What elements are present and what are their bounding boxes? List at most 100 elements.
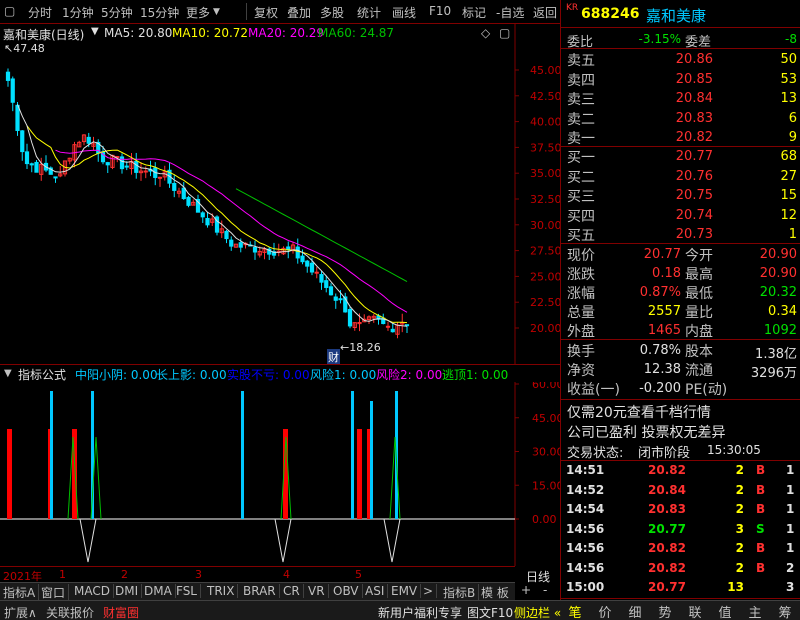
bid-label: 买二 [567,169,595,186]
panel-divider-1 [561,27,800,28]
tabs-scroll-right[interactable]: > [420,584,438,598]
toggle-icon[interactable]: ▢ [499,26,510,40]
indicator-axis-label: 45.00 [532,412,560,425]
indicator-dropdown-icon[interactable]: ▼ [4,368,12,379]
draw-line-button[interactable]: 画线 [392,4,416,21]
ma-dropdown-icon[interactable]: ▼ [91,26,99,37]
tab-minute[interactable]: 分时 [28,4,52,21]
candlestick-chart[interactable]: 45.00 42.50 40.00 37.50 35.00 32.50 30.00 27.50… [0,24,560,364]
tab-trend[interactable]: 势 [650,602,680,620]
price-axis-label: 22.50 [530,296,560,309]
candle-body [385,325,391,328]
f10-doc-button[interactable]: 图文F10 [467,604,513,620]
tab-chips[interactable]: 筹 [770,602,800,620]
tick-time: 14:56 [566,541,605,555]
tab-5min[interactable]: 5分钟 [101,4,133,21]
tab-vr[interactable]: VR [305,584,329,598]
tab-more[interactable]: 更多 [186,4,210,21]
stat-value: 1.38亿 [755,347,797,362]
candle-body [134,160,139,173]
bid-label: 买三 [567,189,595,205]
candle-body [53,176,58,179]
restore-rights-button[interactable]: 复权 [254,4,278,21]
quote-value: 0.34 [768,304,797,319]
tab-price[interactable]: 价 [590,602,620,620]
stats-button[interactable]: 统计 [357,4,381,21]
tab-brar[interactable]: BRAR [240,584,280,598]
back-button[interactable]: 返回 [533,4,557,21]
tab-obv[interactable]: OBV [330,584,363,598]
collapse-icon[interactable]: ▢ [4,4,15,18]
notice-profit: 公司已盈利 投票权无差异 [567,425,726,441]
mark-button[interactable]: 标记 [462,4,486,21]
stat-label: 换手 [567,344,595,360]
price-axis-label: 20.00 [530,322,560,335]
tab-template[interactable]: 模 板 [478,584,512,601]
expand-button[interactable]: 扩展∧ [4,604,37,620]
tab-15min[interactable]: 15分钟 [140,4,179,21]
quote-value: 20.90 [759,266,797,281]
multi-stock-button[interactable]: 多股 [320,4,344,21]
indicator-header: ▼ 指标公式 中阳小阴: 0.00 长上影: 0.00 实股不亏: 0.00 风… [0,365,515,382]
candle-body [305,260,310,267]
indicator-tabs: 指标A 窗口 MACD DMI DMA FSL TRIX BRAR CR VR … [0,582,531,601]
indicator-name[interactable]: 指标公式 [18,366,66,383]
stock-code: 688246 [581,6,640,22]
chart-toolbar: ▢ 分时 1分钟 5分钟 15分钟 更多 ▼ 复权 叠加 多股 统计 画线 F1… [0,0,560,24]
tab-linked[interactable]: 联 [680,602,710,620]
tab-trades[interactable]: 笔 [560,602,590,620]
toolbar-divider [246,3,247,20]
tab-cr[interactable]: CR [280,584,304,598]
chart-title: 嘉和美康(日线) [3,28,85,42]
tab-detail[interactable]: 细 [620,602,650,620]
tab-fsl[interactable]: FSL [173,584,201,598]
tab-dmi[interactable]: DMI [112,584,143,598]
remove-watchlist-button[interactable]: -自选 [496,4,524,21]
sidebar-toggle-button[interactable]: 侧边栏 « [514,604,561,620]
tab-indicator-b[interactable]: 指标B [440,584,480,601]
tab-dma[interactable]: DMA [141,584,176,598]
notice-depth-link[interactable]: 仅需20元查看千档行情 [567,402,711,422]
settings-diamond-icon[interactable]: ◇ [481,26,490,40]
tab-emv[interactable]: EMV [388,584,422,598]
tab-asi[interactable]: ASI [362,584,389,598]
candle-body [86,136,91,144]
zoom-out-button[interactable]: - [543,583,547,597]
date-month-4: 4 [283,568,290,581]
tab-window[interactable]: 窗口 [38,584,70,601]
f10-button[interactable]: F10 [429,4,451,18]
promo-link[interactable]: 新用户福利专享 [378,604,462,620]
weicha-value: -8 [785,32,797,46]
bid-volume: 68 [780,149,797,164]
indicator-axis-label: 60.00 [532,382,560,391]
stock-name[interactable]: 嘉和美康 [646,5,706,26]
tab-macd[interactable]: MACD [71,584,114,598]
overlay-button[interactable]: 叠加 [287,4,311,21]
tick-row: 14:52 20.84 2 B 1 [566,482,796,500]
date-month-1: 1 [59,568,66,581]
related-quotes-button[interactable]: 关联报价 [46,604,94,620]
financial-report-marker[interactable]: 财 [327,349,340,365]
tick-side: S [756,521,765,536]
zoom-in-button-2[interactable]: + [521,583,531,597]
candle-body [205,218,210,226]
quote-value: 0.18 [652,266,681,281]
tab-indicator-a[interactable]: 指标A [0,584,40,601]
candle-body [15,104,20,131]
indicator-chart[interactable]: 60.00 45.00 30.00 15.00 0.00 [0,382,560,566]
tab-main[interactable]: 主 [740,602,770,620]
indicator-item-4: 风险1: 0.00 [310,368,377,382]
wealth-circle-button[interactable]: 财富圈 [103,604,139,620]
more-dropdown-icon[interactable]: ▼ [213,7,220,17]
bid-price: 20.76 [675,168,713,184]
bid-volume: 12 [780,207,797,223]
tick-volume: 2 [735,560,744,575]
ask-label: 卖一 [567,131,595,147]
tick-row: 14:54 20.83 2 B 1 [566,501,796,519]
quote-value: 2557 [647,304,681,319]
tab-1min[interactable]: 1分钟 [62,4,94,21]
price-axis-label: 30.00 [530,219,560,232]
tab-trix[interactable]: TRIX [204,584,239,598]
tab-value[interactable]: 值 [710,602,740,620]
indicator-item-6: 逃顶1: 0.00 [442,368,509,382]
